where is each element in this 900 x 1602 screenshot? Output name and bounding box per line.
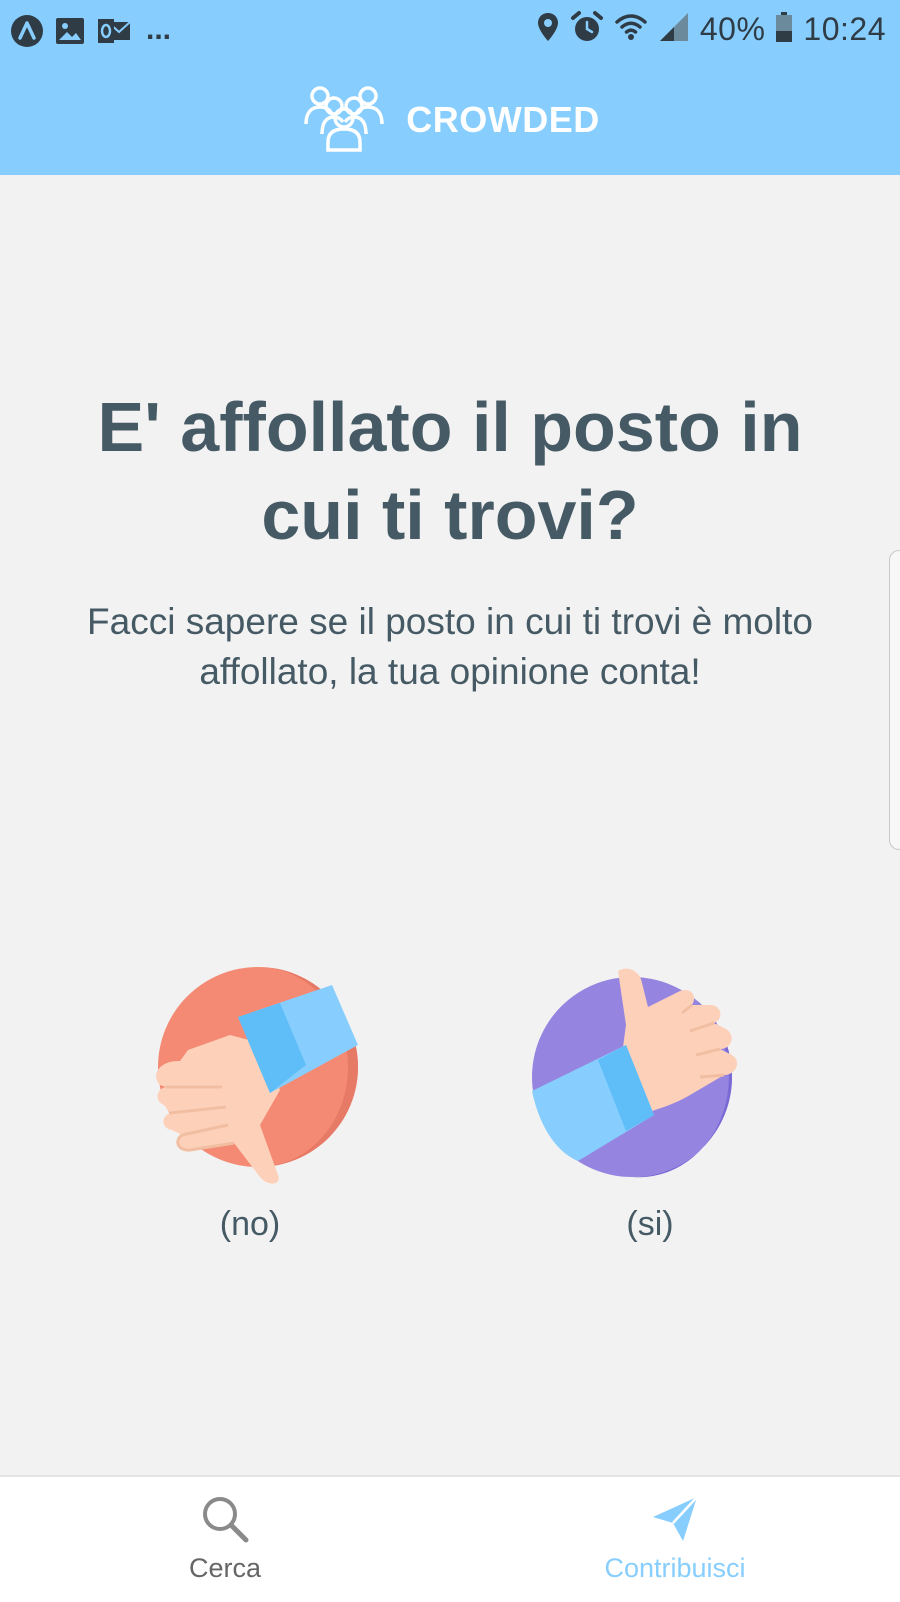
app-bar: CROWDED <box>0 64 900 175</box>
image-icon <box>54 16 86 51</box>
signal-icon <box>658 11 690 48</box>
vote-no-label: (no) <box>219 1205 281 1243</box>
battery-percent: 40% <box>699 11 766 47</box>
thumbs-up-icon <box>530 965 770 1195</box>
alarm-icon <box>570 10 604 49</box>
page-subtitle: Facci sapere se il posto in cui ti trovi… <box>87 601 813 692</box>
vote-si-label: (si) <box>626 1205 674 1243</box>
battery-icon <box>775 11 793 48</box>
top-header: ... 40% 10:24 CROWDED <box>0 0 900 175</box>
page-title: E' affollato il posto in cui ti trovi? <box>97 388 803 554</box>
edge-panel-handle[interactable] <box>889 550 900 850</box>
notification-icons: ... <box>10 12 172 53</box>
status-icons: 40% 10:24 <box>536 10 886 49</box>
app-title: CROWDED <box>406 98 600 140</box>
nav-item-contribuisci[interactable]: Contribuisci <box>545 1477 805 1602</box>
outlook-icon <box>96 16 132 51</box>
send-icon <box>545 1493 805 1545</box>
contribute-screen: E' affollato il posto in cui ti trovi? F… <box>0 175 900 1475</box>
clock: 10:24 <box>803 11 886 47</box>
crowd-icon <box>300 82 388 157</box>
nav-label-cerca: Cerca <box>188 1553 262 1583</box>
location-icon <box>536 11 560 48</box>
bottom-navigation: Cerca Contribuisci <box>0 1475 900 1602</box>
vote-no-button[interactable]: (no) <box>130 965 370 1244</box>
wifi-icon <box>614 11 648 48</box>
more-notifications: ... <box>146 12 172 46</box>
status-bar: ... 40% 10:24 <box>0 0 900 64</box>
app-notification-icon <box>10 14 44 53</box>
vote-si-button[interactable]: (si) <box>530 965 770 1244</box>
search-icon <box>95 1493 355 1545</box>
nav-item-cerca[interactable]: Cerca <box>95 1477 355 1602</box>
thumbs-down-icon <box>130 965 370 1195</box>
nav-label-contribuisci: Contribuisci <box>604 1553 746 1583</box>
